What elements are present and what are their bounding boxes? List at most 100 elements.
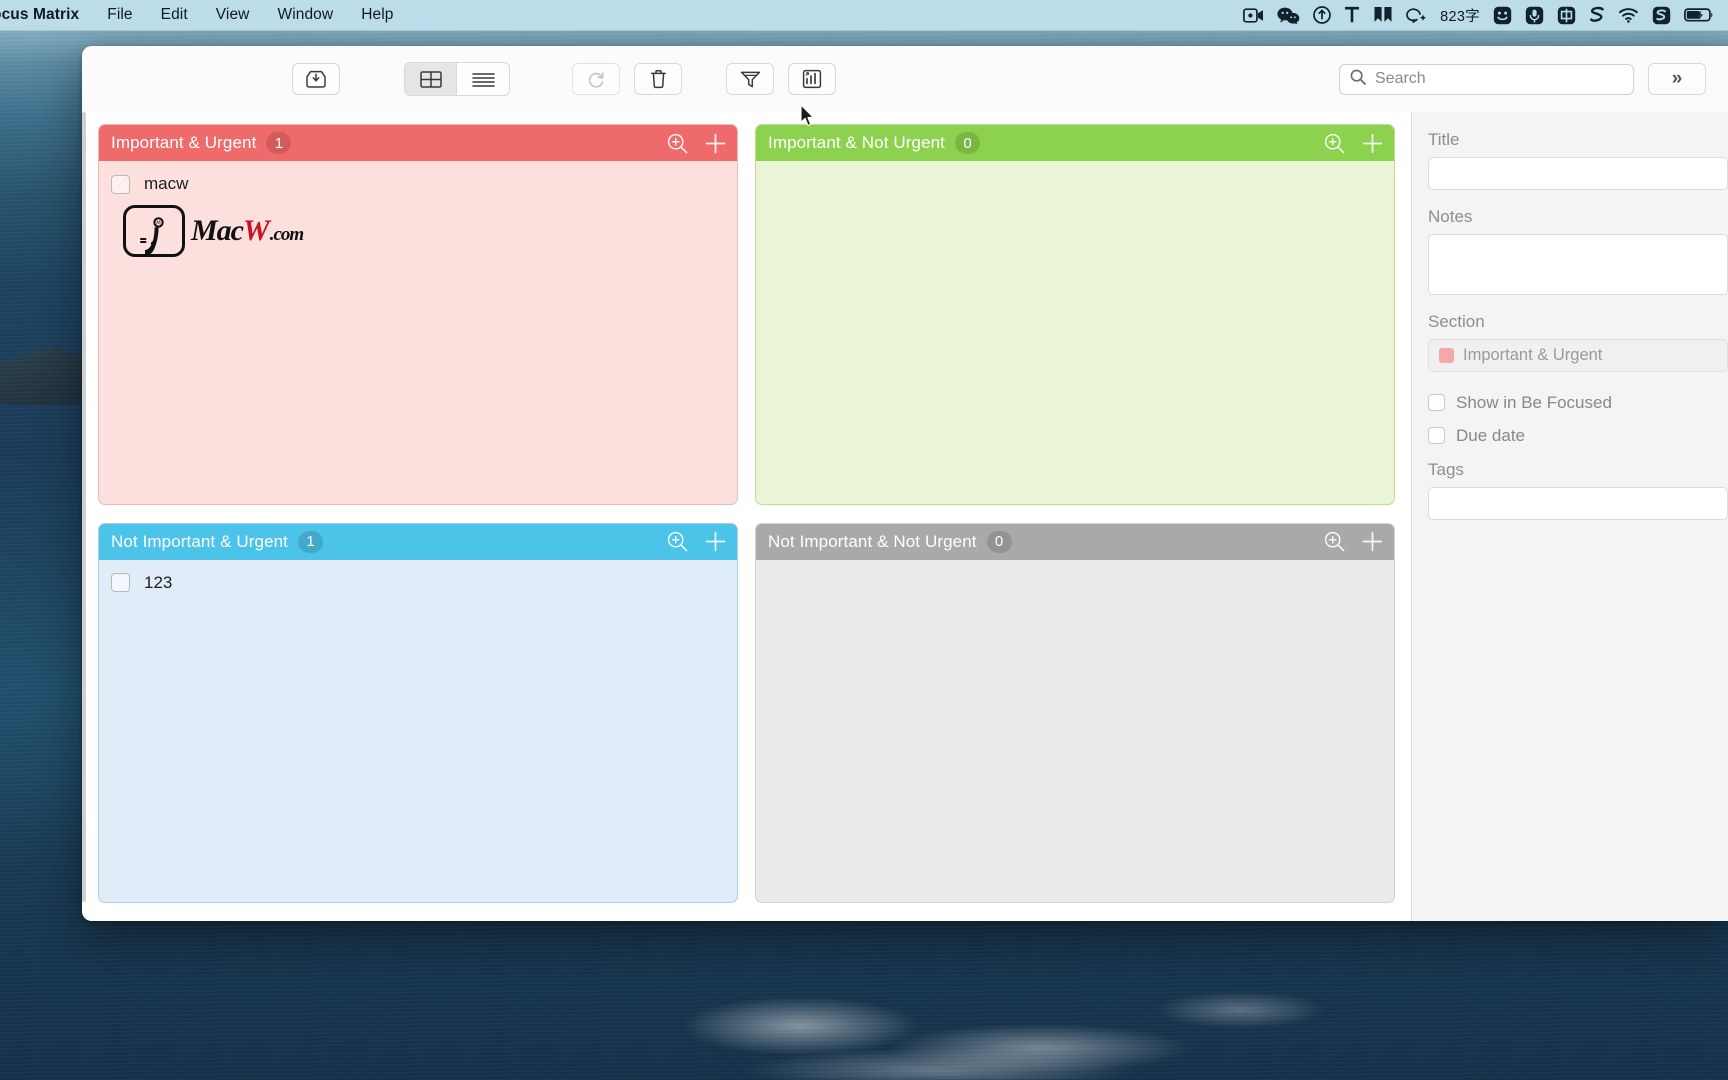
task-attachment: M Mac W .com xyxy=(99,199,737,263)
due-date-label: Due date xyxy=(1456,425,1525,445)
show-in-be-focused-label: Show in Be Focused xyxy=(1456,392,1612,412)
zoom-in-icon[interactable] xyxy=(1324,133,1345,154)
macw-logo: M Mac W .com xyxy=(123,205,725,257)
due-date-checkbox[interactable] xyxy=(1428,427,1445,444)
quadrant-count-badge: 0 xyxy=(955,132,980,154)
quadrant-actions xyxy=(1324,132,1384,155)
expand-inspector-button[interactable]: » xyxy=(1648,63,1706,95)
microphone-icon[interactable] xyxy=(1525,6,1544,25)
quadrant-title: Important & Urgent xyxy=(111,133,257,152)
section-color-swatch xyxy=(1439,348,1454,363)
input-source-chinese-icon[interactable] xyxy=(1557,6,1576,25)
snipaste-icon[interactable] xyxy=(1589,6,1605,24)
quadrant-task-list xyxy=(756,560,1394,903)
zoom-in-icon[interactable] xyxy=(667,531,688,552)
macw-text-tld: .com xyxy=(269,224,304,245)
title-label: Title xyxy=(1428,130,1460,149)
title-field[interactable] xyxy=(1428,157,1728,190)
menu-window[interactable]: Window xyxy=(263,4,347,26)
macw-text-w: W xyxy=(243,214,270,247)
search-icon xyxy=(1350,69,1366,90)
task-checkbox[interactable] xyxy=(111,174,130,194)
list-view-icon[interactable] xyxy=(457,63,509,95)
section-label: Section xyxy=(1428,312,1485,331)
menu-file[interactable]: File xyxy=(93,4,146,26)
word-count-indicator[interactable]: 823字 xyxy=(1440,5,1480,26)
app-toolbar: » xyxy=(82,46,1728,126)
search-input[interactable] xyxy=(1375,70,1623,88)
airdrop-icon[interactable] xyxy=(1313,6,1331,24)
menu-help[interactable]: Help xyxy=(347,4,407,26)
show-in-be-focused-row[interactable]: Show in Be Focused xyxy=(1428,386,1728,419)
menu-view[interactable]: View xyxy=(202,4,264,26)
focus-matrix-window: » Important & Urgent 1 xyxy=(82,46,1728,921)
quadrant-header: Not Important & Not Urgent 0 xyxy=(756,523,1394,560)
tags-field[interactable] xyxy=(1428,487,1728,520)
notes-field[interactable] xyxy=(1428,234,1728,295)
filter-button[interactable] xyxy=(726,63,774,95)
quadrant-actions xyxy=(1324,530,1384,553)
show-in-be-focused-checkbox[interactable] xyxy=(1428,394,1445,411)
menu-bar: ocus Matrix File Edit View Window Help 8… xyxy=(0,0,1728,31)
add-task-icon[interactable] xyxy=(704,530,727,553)
task-row[interactable]: macw xyxy=(99,169,737,199)
menu-bar-tray: 823字 xyxy=(1243,5,1718,26)
section-select[interactable]: Important & Urgent xyxy=(1428,339,1728,372)
quadrant-count-badge: 1 xyxy=(298,530,323,553)
task-title: macw xyxy=(144,174,189,193)
battery-icon[interactable] xyxy=(1684,7,1714,23)
bookmark-icon[interactable] xyxy=(1373,6,1393,24)
quadrant-actions xyxy=(667,132,727,155)
menu-bar-left: ocus Matrix File Edit View Window Help xyxy=(0,4,407,26)
quadrant-task-list: 123 xyxy=(99,560,737,903)
delete-button[interactable] xyxy=(634,63,682,95)
quadrant-important-urgent: Important & Urgent 1 macw M Mac W .com xyxy=(98,124,738,505)
quadrant-header: Important & Not Urgent 0 xyxy=(756,125,1394,161)
search-box[interactable] xyxy=(1339,63,1634,95)
zoom-in-icon[interactable] xyxy=(1324,531,1345,552)
quadrant-actions xyxy=(667,530,727,553)
add-task-icon[interactable] xyxy=(1361,530,1384,553)
add-task-icon[interactable] xyxy=(704,132,727,155)
macw-wordmark: Mac W .com xyxy=(191,214,304,248)
macw-text-mac: Mac xyxy=(191,214,244,247)
window-body: Important & Urgent 1 macw M Mac W .com I… xyxy=(82,112,1728,921)
quadrant-not-important-urgent: Not Important & Urgent 1 123 xyxy=(98,522,738,903)
text-tool-icon[interactable] xyxy=(1344,6,1360,24)
grid-view-icon[interactable] xyxy=(405,63,457,95)
add-task-icon[interactable] xyxy=(1361,132,1384,155)
quadrant-not-important-not-urgent: Not Important & Not Urgent 0 xyxy=(755,522,1395,903)
menu-app-name[interactable]: ocus Matrix xyxy=(0,4,93,26)
quadrant-header: Important & Urgent 1 xyxy=(99,125,737,161)
quadrant-title: Not Important & Urgent xyxy=(111,531,288,551)
task-title: 123 xyxy=(144,572,173,592)
tags-label: Tags xyxy=(1428,460,1464,479)
inbox-button[interactable] xyxy=(292,63,340,95)
quadrant-task-list: macw M Mac W .com xyxy=(99,161,737,504)
chat-sparkle-icon[interactable] xyxy=(1406,6,1427,24)
due-date-row[interactable]: Due date xyxy=(1428,419,1728,452)
sogou-icon[interactable] xyxy=(1652,6,1671,25)
window-resize-handle[interactable] xyxy=(82,112,86,902)
svg-text:M: M xyxy=(156,221,161,227)
statistics-button[interactable] xyxy=(788,63,836,95)
task-row[interactable]: 123 xyxy=(99,568,737,598)
quadrant-header: Not Important & Urgent 1 xyxy=(99,523,737,560)
section-value: Important & Urgent xyxy=(1463,346,1603,364)
wifi-icon[interactable] xyxy=(1618,7,1639,23)
ocean-surf xyxy=(640,930,1340,1080)
task-checkbox[interactable] xyxy=(111,573,130,592)
quadrant-task-list xyxy=(756,161,1394,504)
macw-monitor-icon: M xyxy=(123,205,185,257)
quadrant-important-not-urgent: Important & Not Urgent 0 xyxy=(755,124,1395,505)
view-mode-segmented-control[interactable] xyxy=(404,62,510,96)
menu-edit[interactable]: Edit xyxy=(147,4,202,26)
quadrant-title: Important & Not Urgent xyxy=(768,133,945,152)
screen-record-icon[interactable] xyxy=(1243,7,1264,23)
refresh-button[interactable] xyxy=(572,63,620,95)
zoom-in-icon[interactable] xyxy=(667,133,688,154)
emoji-icon[interactable] xyxy=(1493,6,1512,25)
task-inspector-panel: Title Notes Section Important & Urgent S… xyxy=(1411,112,1728,921)
quadrant-title: Not Important & Not Urgent xyxy=(768,531,977,551)
wechat-icon[interactable] xyxy=(1277,7,1300,24)
